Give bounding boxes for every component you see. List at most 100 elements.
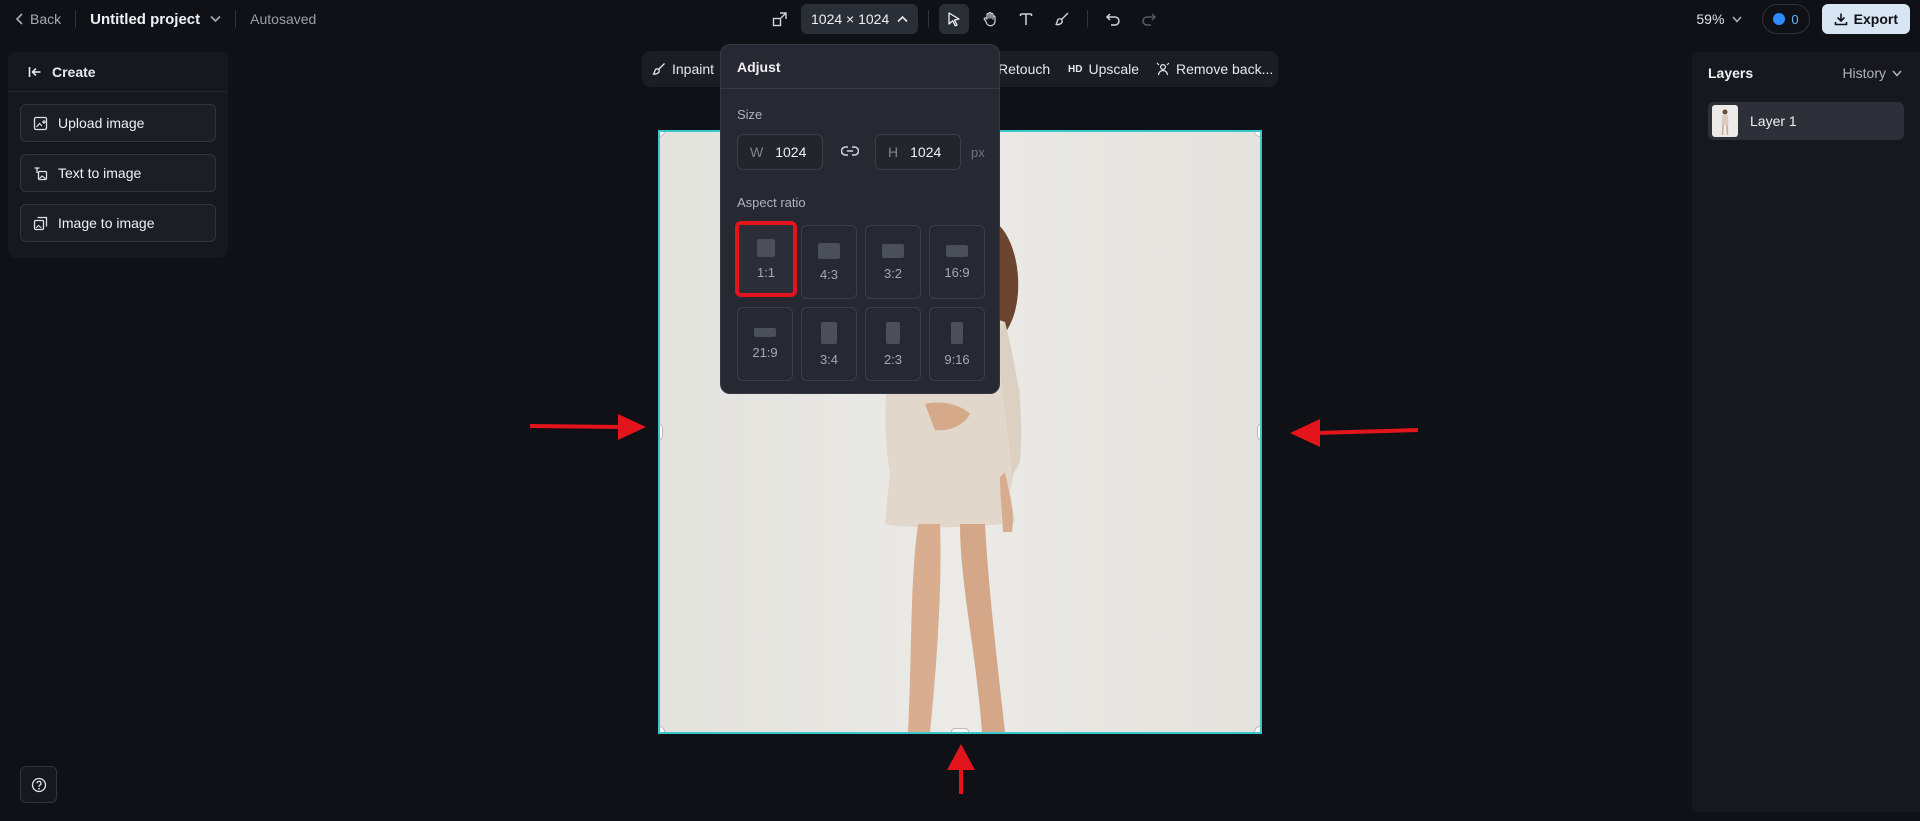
remove-background-button[interactable]: Remove back... — [1156, 51, 1273, 87]
ratio-21-9[interactable]: 21:9 — [737, 307, 793, 381]
redo-button[interactable] — [1134, 4, 1164, 34]
cursor-icon — [948, 12, 960, 27]
image-to-image-button[interactable]: Image to image — [20, 204, 216, 242]
help-icon — [31, 777, 46, 792]
ratio-3-2[interactable]: 3:2 — [865, 225, 921, 299]
history-tab[interactable]: History — [1842, 65, 1902, 81]
top-bar-left: Back Untitled project Autosaved — [16, 0, 316, 38]
chevron-down-icon — [1732, 16, 1742, 23]
inpaint-label: Inpaint — [672, 61, 715, 77]
lock-aspect-button[interactable] — [840, 144, 860, 162]
text-to-image-label: Text to image — [58, 165, 142, 181]
select-tool-button[interactable] — [939, 4, 970, 34]
divider — [75, 10, 77, 28]
text-to-image-icon — [34, 166, 48, 180]
text-to-image-button[interactable]: Text to image — [20, 154, 216, 192]
height-field-label: H — [888, 144, 899, 160]
ratio-label: 2:3 — [883, 351, 903, 367]
undo-button[interactable] — [1098, 4, 1128, 34]
ratio-3-4[interactable]: 3:4 — [801, 307, 857, 381]
upscale-button[interactable]: HD Upscale — [1068, 51, 1139, 87]
credits-badge[interactable]: 0 — [1762, 4, 1810, 34]
layer-item[interactable]: Layer 1 — [1708, 102, 1904, 140]
hand-tool-button[interactable] — [975, 4, 1005, 34]
ratio-2-3[interactable]: 2:3 — [865, 307, 921, 381]
adjust-popover: Adjust Size W 1024 H 1024 px Aspect rati… — [720, 44, 1000, 394]
create-panel-title: Create — [52, 63, 96, 80]
ratio-1-1[interactable]: 1:1 — [735, 221, 797, 297]
canvas-size-button[interactable]: 1024 × 1024 — [801, 4, 919, 34]
portrait-ratio-icon — [821, 321, 837, 344]
autosave-status: Autosaved — [250, 11, 317, 27]
history-label: History — [1842, 65, 1886, 81]
back-button[interactable]: Back — [16, 11, 61, 27]
layer-name: Layer 1 — [1750, 113, 1797, 129]
upload-image-label: Upload image — [58, 115, 145, 131]
retouch-button[interactable]: Retouch — [998, 51, 1050, 87]
back-label: Back — [30, 11, 62, 27]
layers-panel-header: Layers History — [1692, 52, 1920, 94]
width-field-label: W — [750, 144, 764, 160]
ultrawide-ratio-icon — [754, 328, 776, 337]
chevron-left-icon — [16, 13, 23, 25]
text-icon — [1020, 13, 1033, 25]
credits-count: 0 — [1791, 11, 1799, 27]
ratio-4-3[interactable]: 4:3 — [801, 225, 857, 299]
ratio-label: 3:2 — [883, 265, 903, 281]
project-title: Untitled project — [90, 10, 201, 28]
ratio-label: 4:3 — [819, 266, 839, 282]
tall-ratio-icon — [951, 321, 963, 344]
remove-background-label: Remove back... — [1176, 61, 1274, 77]
ratio-label: 16:9 — [944, 264, 970, 280]
upscale-label: Upscale — [1088, 61, 1140, 77]
resize-icon — [772, 12, 787, 27]
annotation-arrow-up — [947, 744, 975, 794]
chevron-up-icon — [897, 15, 908, 23]
size-label: Size — [737, 107, 763, 122]
aspect-ratio-label: Aspect ratio — [737, 195, 806, 210]
top-bar: Back Untitled project Autosaved 1024 × 1… — [0, 0, 1920, 38]
upload-image-button[interactable]: Upload image — [20, 104, 216, 142]
resize-handle-right[interactable] — [1257, 424, 1260, 440]
text-tool-button[interactable] — [1011, 4, 1041, 34]
layers-title[interactable]: Layers — [1708, 65, 1753, 81]
resize-handle-bottom[interactable] — [951, 728, 969, 732]
resize-handle-left[interactable] — [660, 424, 663, 440]
undo-icon — [1106, 13, 1120, 26]
ratio-16-9[interactable]: 16:9 — [929, 225, 985, 299]
chevron-down-icon — [1892, 70, 1902, 77]
export-button[interactable]: Export — [1821, 4, 1910, 34]
zoom-control[interactable]: 59% — [1696, 11, 1742, 27]
credit-coin-icon — [1773, 13, 1786, 25]
annotation-arrow-left — [1290, 419, 1419, 447]
wide-ratio-icon — [946, 244, 968, 257]
top-bar-tools: 1024 × 1024 — [765, 4, 1164, 34]
inpaint-button[interactable]: Inpaint — [652, 51, 714, 87]
landscape-ratio-icon — [818, 242, 840, 259]
height-field[interactable]: H 1024 — [875, 134, 961, 170]
width-field[interactable]: W 1024 — [737, 134, 823, 170]
top-bar-right: 59% 0 Export — [1696, 3, 1910, 35]
collapse-left-icon — [28, 66, 41, 77]
divider — [928, 10, 930, 28]
square-ratio-icon — [757, 238, 775, 257]
brush-tool-button[interactable] — [1047, 4, 1077, 34]
ratio-9-16[interactable]: 9:16 — [929, 307, 985, 381]
height-value: 1024 — [910, 144, 942, 160]
portrait-ratio-icon — [886, 321, 900, 344]
resize-tool-button[interactable] — [765, 4, 795, 34]
chevron-down-icon — [210, 15, 221, 23]
inpaint-brush-icon — [652, 63, 665, 75]
unit-label: px — [971, 145, 985, 160]
export-label: Export — [1853, 11, 1898, 27]
width-value: 1024 — [775, 144, 807, 160]
create-panel-header[interactable]: Create — [8, 52, 228, 92]
resize-handle-bottom-right[interactable] — [1254, 726, 1260, 732]
layers-panel: Layers History Layer 1 — [1692, 52, 1920, 812]
retouch-label: Retouch — [998, 61, 1051, 77]
help-button[interactable] — [20, 766, 57, 803]
zoom-level: 59% — [1696, 11, 1725, 27]
project-title-menu[interactable]: Untitled project — [90, 11, 221, 28]
ratio-label: 1:1 — [756, 264, 776, 280]
ratio-label: 21:9 — [752, 345, 778, 360]
